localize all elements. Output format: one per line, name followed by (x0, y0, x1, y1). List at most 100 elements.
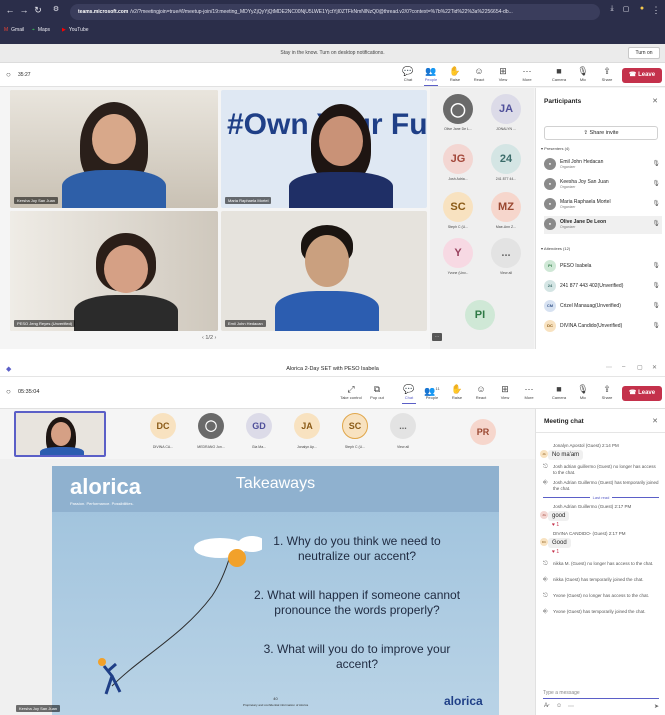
share-button[interactable]: ⇪ Share (596, 383, 618, 400)
view-button[interactable]: ⊞ View (494, 383, 516, 400)
participant-tile[interactable]: GD (246, 413, 272, 439)
participant-row[interactable]: 24 241 877 443 402(Unverified) 🎙 (544, 278, 662, 296)
chat-button[interactable]: 💬 Chat (397, 65, 419, 82)
participant-row[interactable]: DC DIVINA Candido(Unverified) 🎙 (544, 318, 662, 336)
notification-bar: Stay in the know. Turn on desktop notifi… (0, 44, 665, 63)
camera-button[interactable]: ■ Camera (548, 65, 570, 82)
mic-button[interactable]: 🎙 Mic (572, 383, 594, 400)
video-tile[interactable]: Emil John Hedacan (221, 211, 427, 331)
bookmark-maps[interactable]: ⌖ Maps (32, 27, 50, 33)
camera-button[interactable]: ■ Camera (548, 383, 570, 400)
heart-reaction-icon[interactable]: ♥ 1 (552, 522, 559, 528)
reload-icon[interactable]: ↻ (32, 5, 44, 16)
participant-tile[interactable]: 24 (491, 144, 521, 174)
leave-button[interactable]: ☎ Leave (622, 386, 662, 401)
kite-string (111, 555, 231, 687)
close-icon[interactable]: ✕ (652, 364, 657, 371)
people-button[interactable]: 👥 People (420, 65, 442, 86)
pop-out-button[interactable]: ⧉ Pop out (366, 383, 388, 400)
bookmark-gmail[interactable]: M Gmail (4, 27, 24, 33)
view-button[interactable]: ⊞ View (492, 65, 514, 82)
minimize-icon[interactable]: – (622, 364, 625, 370)
message-input[interactable]: Type a message (543, 687, 659, 699)
participant-tile[interactable]: JA (491, 94, 521, 124)
more-button[interactable]: ⋯ More (516, 65, 538, 82)
close-icon[interactable]: ✕ (652, 417, 658, 425)
leave-button[interactable]: ☎ Leave (622, 68, 662, 83)
participant-row[interactable]: PI PESO Isabela 🎙 (544, 258, 662, 276)
question-1: 1. Why do you think we need to neutraliz… (222, 534, 492, 564)
send-icon[interactable]: ➤ (654, 703, 659, 710)
raise-hand-button[interactable]: ✋ Raise (446, 383, 468, 400)
chat-message[interactable]: No ma'am (548, 450, 584, 460)
participant-tile[interactable]: Y (443, 238, 473, 268)
view-all-button[interactable]: ... (491, 238, 521, 268)
system-message: Josh Adrian Guillermo (Guest) has tempor… (543, 480, 659, 492)
turn-on-button[interactable]: Turn on (628, 47, 660, 59)
self-view-tile[interactable]: PI (465, 300, 495, 330)
participant-tile[interactable]: JA (294, 413, 320, 439)
system-message: Josh adrian guillermo (Guest) no longer … (543, 464, 659, 476)
divider (536, 432, 665, 433)
take-control-button[interactable]: ⤢ Take control (338, 383, 364, 400)
participant-tile[interactable]: ◯ (443, 94, 473, 124)
participant-row[interactable]: ● Maria Raphaela Mortel Organizer 🎙 (544, 196, 662, 214)
participant-row[interactable]: ● Emil John Hedacan Organizer 🎙 (544, 156, 662, 174)
video-tile[interactable]: PESO Jeng Reyes (Unverified) (10, 211, 218, 331)
menu-icon[interactable]: ⋮ (650, 5, 662, 16)
participant-name: 241 877 443 402(Unverified) (560, 283, 624, 289)
participant-row[interactable]: CM Crizel Manauag(Unverified) 🎙 (544, 298, 662, 316)
raise-hand-button[interactable]: ✋ Raise (444, 65, 466, 82)
maximize-icon[interactable]: ▢ (637, 364, 643, 371)
bookmark-youtube[interactable]: ▶ YouTube (62, 27, 89, 33)
more-icon[interactable]: ⋯ (606, 364, 612, 371)
share-button[interactable]: ⇪ Share (596, 65, 618, 82)
chat-message[interactable]: Good (548, 538, 571, 548)
chat-icon: 💬 (402, 66, 414, 76)
shirt-shape (275, 291, 379, 331)
react-button[interactable]: ☺ React (470, 383, 492, 400)
participant-row[interactable]: ● Keesha Joy San Juan Organizer 🎙 (544, 176, 662, 194)
presenters-header[interactable]: ▾ Presenters (4) (541, 146, 569, 151)
video-tile[interactable]: #Own Your Fu Maria Raphaela Mortel (221, 90, 427, 208)
site-settings-icon[interactable]: ⚙ (50, 5, 62, 13)
chat-button[interactable]: 💬 Chat (398, 383, 420, 404)
download-icon[interactable]: ⤓ (606, 5, 618, 13)
share-invite-button[interactable]: ⇪ Share invite (544, 126, 658, 140)
participant-row[interactable]: ● Olive Jane De Leon Organizer 🎙 (544, 216, 662, 234)
mic-button[interactable]: 🎙 Mic (572, 65, 594, 82)
avatar: ● (544, 198, 556, 210)
participant-tile[interactable]: SC (443, 192, 473, 222)
participant-tile[interactable]: JG (443, 144, 473, 174)
close-icon[interactable]: ✕ (652, 97, 658, 105)
more-button[interactable]: ⋯ More (518, 383, 540, 400)
slide-footer: Proprietary and confidential information… (242, 703, 309, 707)
participant-tile[interactable]: MZ (491, 192, 521, 222)
self-video-tile[interactable] (14, 411, 106, 457)
react-button[interactable]: ☺ React (468, 65, 490, 82)
profile-icon[interactable]: ● (636, 5, 648, 12)
question-1-line-1: 1. Why do you think we need to (273, 534, 441, 548)
back-icon[interactable]: ← (4, 5, 16, 15)
extension-icon[interactable]: ▢ (620, 5, 632, 13)
people-icon: 👥11 (424, 386, 440, 396)
people-button[interactable]: 👥11 People (421, 383, 443, 400)
forward-icon[interactable]: → (18, 5, 30, 15)
participant-tile[interactable]: PR (470, 419, 496, 445)
heart-reaction-icon[interactable]: ♥ 1 (552, 549, 559, 555)
mic-off-icon: 🎙 (652, 283, 660, 289)
view-all-button[interactable]: ... (390, 413, 416, 439)
attendees-header[interactable]: ▾ Attendees (12) (541, 246, 570, 251)
video-tile[interactable]: Kersha Joy San Juan (10, 90, 218, 208)
participant-tile[interactable]: SC (342, 413, 368, 439)
more-options-icon[interactable]: ⋯ (432, 333, 442, 341)
participant-tile[interactable]: ◯ (198, 413, 224, 439)
emoji-icon[interactable]: ☺ (556, 703, 562, 709)
pagination[interactable]: ‹ 1/2 › (202, 335, 216, 341)
face-shape (319, 116, 363, 166)
address-bar[interactable]: teams.microsoft.com /v2/?meetingjoin=tru… (70, 4, 600, 20)
participant-tile[interactable]: DC (150, 413, 176, 439)
more-icon[interactable]: ⋯ (568, 703, 574, 710)
format-icon[interactable]: A̷ (544, 703, 548, 709)
chat-message[interactable]: good (548, 511, 570, 521)
